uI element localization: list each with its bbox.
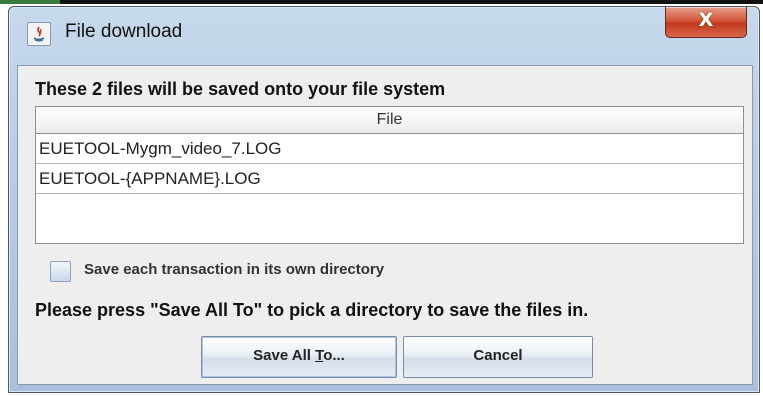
table-row[interactable]: EUETOOL-{APPNAME}.LOG (36, 164, 743, 194)
table-row[interactable]: EUETOOL-Mygm_video_7.LOG (36, 134, 743, 164)
save-all-label-suffix: o... (323, 347, 345, 364)
save-all-to-button[interactable]: Save All To... (201, 336, 397, 378)
close-icon: X (698, 9, 714, 31)
dialog-content: These 2 files will be saved onto your fi… (17, 65, 753, 385)
file-column-header[interactable]: File (36, 107, 743, 134)
window-title: File download (65, 21, 183, 42)
files-table[interactable]: File EUETOOL-Mygm_video_7.LOG EUETOOL-{A… (35, 106, 744, 244)
background-strip-accent (0, 0, 60, 4)
save-each-transaction-label[interactable]: Save each transaction in its own directo… (84, 261, 384, 278)
close-button[interactable]: X (665, 7, 747, 38)
save-all-mnemonic: T (315, 347, 324, 364)
save-each-transaction-checkbox[interactable] (50, 261, 71, 282)
background-strip (0, 0, 763, 4)
files-heading: These 2 files will be saved onto your fi… (35, 79, 446, 99)
instruction-text: Please press "Save All To" to pick a dir… (35, 300, 589, 320)
cancel-button[interactable]: Cancel (403, 336, 593, 378)
java-app-icon (27, 22, 51, 46)
screen: File download X These 2 files will be sa… (0, 0, 763, 396)
file-download-dialog: File download X These 2 files will be sa… (8, 6, 760, 393)
title-bar[interactable]: File download X (9, 7, 759, 53)
save-all-label-prefix: Save All (253, 347, 316, 364)
